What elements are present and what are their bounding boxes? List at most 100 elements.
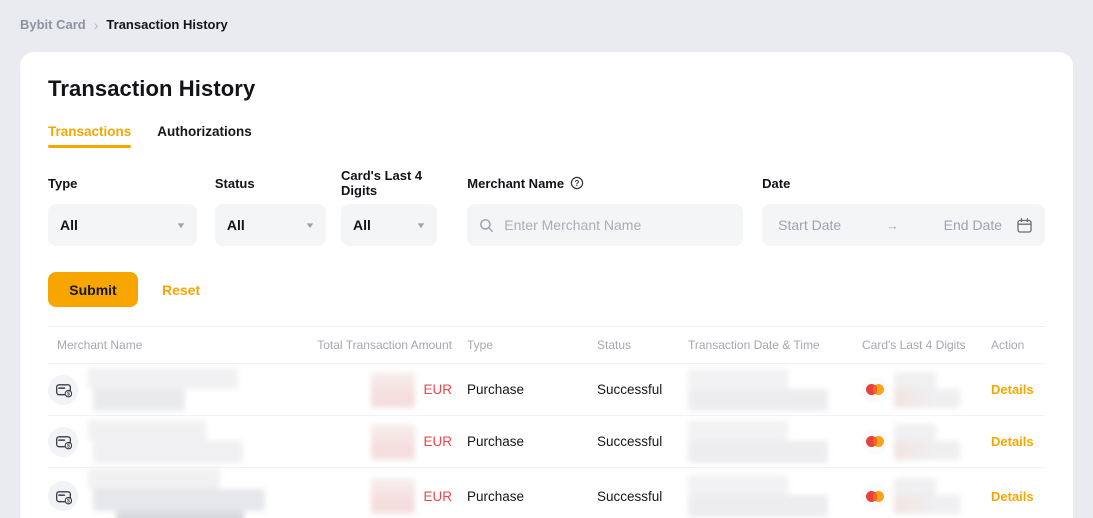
mastercard-icon — [862, 377, 888, 403]
redacted-card-digits — [894, 478, 960, 514]
card-last4-dropdown-value: All — [353, 217, 417, 233]
filter-card-last4: Card's Last 4 Digits All ▼ — [341, 175, 437, 246]
redacted-datetime — [688, 369, 828, 411]
details-link[interactable]: Details — [991, 434, 1034, 449]
redacted-merchant-name — [88, 420, 243, 463]
type-cell: Purchase — [467, 434, 597, 449]
filter-bar: Type All ▼ Status All ▼ Card's Last 4 Di… — [48, 175, 1045, 246]
redacted-datetime — [688, 475, 828, 517]
tab-authorizations-label: Authorizations — [157, 124, 252, 139]
header-transaction-date-time: Transaction Date & Time — [688, 338, 862, 352]
status-cell: Successful — [597, 489, 688, 504]
end-date-field[interactable]: End Date — [944, 217, 1002, 233]
currency-code: EUR — [423, 489, 452, 504]
date-range-arrow-icon: → — [841, 218, 943, 233]
merchant-cell: $ — [48, 368, 313, 411]
redacted-card-digits — [894, 372, 960, 408]
table-header-row: Merchant Name Total Transaction Amount T… — [48, 326, 1045, 364]
table-row: $ EUR Purchase Successful — [48, 468, 1045, 518]
merchant-name-label: Merchant Name — [467, 176, 564, 191]
card-transaction-icon: $ — [48, 375, 78, 405]
calendar-icon[interactable] — [1016, 217, 1033, 234]
tab-transactions-label: Transactions — [48, 124, 131, 139]
mastercard-icon — [862, 429, 888, 455]
details-link[interactable]: Details — [991, 382, 1034, 397]
chevron-down-icon: ▼ — [176, 221, 187, 230]
chevron-down-icon: ▼ — [416, 221, 427, 230]
svg-text:$: $ — [66, 392, 69, 398]
active-tab-underline — [48, 145, 131, 148]
amount-cell: EUR — [313, 424, 467, 460]
merchant-name-input[interactable] — [502, 216, 731, 234]
action-cell: Details — [991, 489, 1045, 504]
status-cell: Successful — [597, 434, 688, 449]
reset-button[interactable]: Reset — [162, 282, 200, 298]
tab-transactions[interactable]: Transactions — [48, 124, 131, 148]
action-cell: Details — [991, 382, 1045, 397]
header-card-last4: Card's Last 4 Digits — [862, 338, 991, 352]
chevron-down-icon: ▼ — [305, 221, 316, 230]
redacted-amount — [371, 424, 415, 460]
table-body: $ EUR Purchase Successful — [48, 364, 1045, 518]
datetime-cell — [688, 475, 862, 517]
type-cell: Purchase — [467, 382, 597, 397]
breadcrumb: Bybit Card › Transaction History — [0, 0, 1093, 52]
action-cell: Details — [991, 434, 1045, 449]
datetime-cell — [688, 369, 862, 411]
redacted-amount — [371, 372, 415, 408]
svg-text:?: ? — [575, 179, 580, 188]
card-last4-cell — [862, 372, 991, 408]
mastercard-icon — [862, 483, 888, 509]
transaction-history-panel: Transaction History Transactions Authori… — [20, 52, 1073, 518]
header-merchant-name: Merchant Name — [48, 338, 313, 352]
redacted-merchant-name — [88, 368, 238, 411]
header-status: Status — [597, 338, 688, 352]
redacted-card-digits — [894, 424, 960, 460]
details-link[interactable]: Details — [991, 489, 1034, 504]
table-row: $ EUR Purchase Successful — [48, 364, 1045, 416]
help-icon[interactable]: ? — [570, 176, 584, 190]
page-title: Transaction History — [48, 76, 1045, 102]
card-transaction-icon: $ — [48, 481, 78, 511]
amount-cell: EUR — [313, 372, 467, 408]
card-last4-label: Card's Last 4 Digits — [341, 175, 437, 191]
redacted-merchant-name — [88, 468, 265, 518]
transactions-table: Merchant Name Total Transaction Amount T… — [48, 326, 1045, 518]
search-icon — [479, 218, 494, 233]
status-dropdown[interactable]: All ▼ — [215, 204, 326, 246]
table-row: $ EUR Purchase Successful — [48, 416, 1045, 468]
card-last4-cell — [862, 478, 991, 514]
start-date-field[interactable]: Start Date — [778, 217, 841, 233]
tab-bar: Transactions Authorizations — [48, 124, 1045, 148]
filter-type: Type All ▼ — [48, 175, 197, 246]
type-dropdown[interactable]: All ▼ — [48, 204, 197, 246]
redacted-amount — [371, 478, 415, 514]
merchant-cell: $ — [48, 468, 313, 518]
card-last4-dropdown[interactable]: All ▼ — [341, 204, 437, 246]
card-last4-cell — [862, 424, 991, 460]
breadcrumb-current: Transaction History — [106, 17, 227, 32]
date-label: Date — [762, 175, 1045, 191]
status-dropdown-value: All — [227, 217, 306, 233]
date-range-picker[interactable]: Start Date → End Date — [762, 204, 1045, 246]
submit-button[interactable]: Submit — [48, 272, 138, 307]
svg-text:$: $ — [66, 498, 69, 504]
redacted-datetime — [688, 421, 828, 463]
tab-authorizations[interactable]: Authorizations — [157, 124, 252, 148]
status-cell: Successful — [597, 382, 688, 397]
status-label: Status — [215, 175, 326, 191]
merchant-cell: $ — [48, 420, 313, 463]
datetime-cell — [688, 421, 862, 463]
filter-merchant-name: Merchant Name ? — [467, 175, 743, 246]
filter-date: Date Start Date → End Date — [762, 175, 1045, 246]
chevron-right-icon: › — [94, 18, 99, 32]
merchant-search-box — [467, 204, 743, 246]
amount-cell: EUR — [313, 478, 467, 514]
currency-code: EUR — [423, 434, 452, 449]
breadcrumb-parent-link[interactable]: Bybit Card — [20, 17, 86, 32]
filter-status: Status All ▼ — [215, 175, 326, 246]
svg-text:$: $ — [66, 444, 69, 450]
filter-actions: Submit Reset — [48, 272, 1045, 307]
type-dropdown-value: All — [60, 217, 177, 233]
header-total-transaction-amount: Total Transaction Amount — [313, 338, 467, 352]
